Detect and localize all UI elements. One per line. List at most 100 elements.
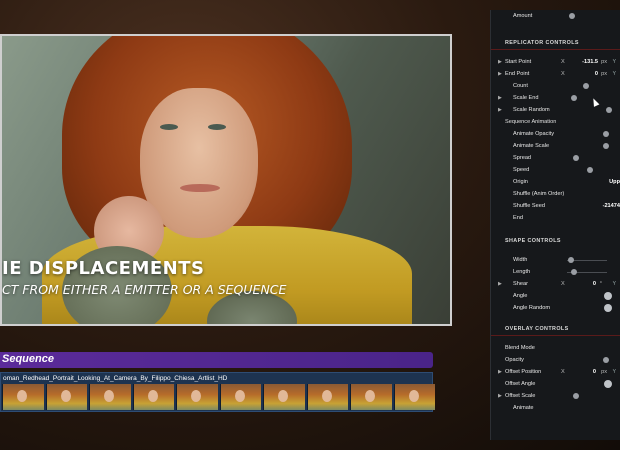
sequence-animation-header[interactable]: Sequence Animation [491,116,620,128]
scale-random-label: Scale Random [513,107,550,113]
end-row[interactable]: End [491,212,620,224]
replicator-controls-header[interactable]: REPLICATOR CONTROLS [491,36,620,50]
spread-slider-knob[interactable] [573,155,579,161]
start-point-x-value[interactable]: -131.5 [582,59,598,65]
animate-scale-knob[interactable] [603,143,609,149]
width-slider-knob[interactable] [568,257,574,263]
clip-thumbnail [350,384,392,410]
animate-scale-row[interactable]: Animate Scale [491,140,620,152]
expand-triangle-icon[interactable]: ▶ [498,71,502,77]
start-point-label: Start Point [505,59,532,65]
end-point-x-value[interactable]: 0 [595,71,598,77]
offset-angle-row[interactable]: Offset Angle [491,378,620,390]
end-point-row[interactable]: ▶ End Point X 0 px Y [491,68,620,80]
offset-scale-label: Offset Scale [505,393,536,399]
angle-dial-icon[interactable] [604,292,612,300]
expand-triangle-icon[interactable]: ▶ [498,369,502,375]
count-slider-knob[interactable] [583,83,589,89]
blend-mode-row[interactable]: Blend Mode [491,342,620,354]
count-row[interactable]: Count [491,80,620,92]
video-eye-left [160,124,178,130]
shear-label: Shear [513,281,528,287]
shuffle-seed-label: Shuffle Seed [513,203,545,209]
offset-position-row[interactable]: ▶ Offset Position X 0 px Y [491,366,620,378]
expand-triangle-icon[interactable]: ▶ [498,59,502,65]
angle-row[interactable]: Angle [491,290,620,302]
animate-row[interactable]: Animate [491,402,620,414]
offset-angle-label: Offset Angle [505,381,536,387]
clip-thumbnail [89,384,131,410]
origin-label: Origin [513,179,528,185]
offset-scale-slider-knob[interactable] [573,393,579,399]
shear-row[interactable]: ▶ Shear X 0 ° Y [491,278,620,290]
length-slider-knob[interactable] [571,269,577,275]
expand-triangle-icon[interactable]: ▶ [498,281,502,287]
overlay-subtitle-text: CT FROM EITHER A EMITTER OR A SEQUENCE [2,282,287,297]
length-row[interactable]: Length [491,266,620,278]
end-point-x-label: X [561,71,565,77]
speed-slider-knob[interactable] [587,167,593,173]
sequence-bar-label: Sequence [2,353,54,365]
angle-random-label: Angle Random [513,305,551,311]
speed-row[interactable]: Speed [491,164,620,176]
amount-row[interactable]: Amount [491,10,620,22]
clip-thumbnail [263,384,305,410]
start-point-row[interactable]: ▶ Start Point X -131.5 px Y [491,56,620,68]
offset-angle-dial-icon[interactable] [604,380,612,388]
shape-controls-header[interactable]: SHAPE CONTROLS [491,234,620,248]
start-point-x-label: X [561,59,565,65]
scale-random-row[interactable]: ▶ Scale Random [491,104,620,116]
expand-triangle-icon[interactable]: ▶ [498,107,502,113]
start-point-unit: px [601,59,607,65]
effect-controls-panel: Amount REPLICATOR CONTROLS ▶ Start Point… [490,10,620,440]
overlay-controls-header[interactable]: OVERLAY CONTROLS [491,322,620,336]
opacity-row[interactable]: Opacity [491,354,620,366]
offset-scale-row[interactable]: ▶ Offset Scale [491,390,620,402]
animate-opacity-row[interactable]: Animate Opacity [491,128,620,140]
spread-label: Spread [513,155,532,161]
offset-position-x-value[interactable]: 0 [593,369,596,375]
animate-label: Animate [513,405,534,411]
shuffle-seed-value[interactable]: -21474 [603,203,620,209]
origin-row[interactable]: Origin Upp [491,176,620,188]
clip-thumbnail [219,384,261,410]
angle-random-dial-icon[interactable] [604,304,612,312]
sequence-animation-title: Sequence Animation [505,119,557,125]
sequence-clip-strip[interactable]: oman_Redhead_Portrait_Looking_At_Camera_… [0,372,435,412]
offset-position-unit: px [601,369,607,375]
count-label: Count [513,83,528,89]
opacity-slider-knob[interactable] [603,357,609,363]
shape-controls-title: SHAPE CONTROLS [505,238,561,244]
start-point-y-label: Y [612,59,616,65]
end-point-label: End Point [505,71,530,77]
opacity-label: Opacity [505,357,524,363]
blend-mode-label: Blend Mode [505,345,535,351]
expand-triangle-icon[interactable]: ▶ [498,393,502,399]
animate-scale-label: Animate Scale [513,143,550,149]
spread-row[interactable]: Spread [491,152,620,164]
shuffle-seed-row[interactable]: Shuffle Seed -21474 [491,200,620,212]
origin-dropdown-value[interactable]: Upp [609,179,620,185]
shear-x-value[interactable]: 0 [593,281,596,287]
end-label: End [513,215,523,221]
clip-thumbnail [45,384,87,410]
animate-opacity-label: Animate Opacity [513,131,555,137]
width-row[interactable]: Width [491,254,620,266]
scale-end-row[interactable]: ▶ Scale End [491,92,620,104]
animate-opacity-knob[interactable] [603,131,609,137]
clip-thumbnails [1,384,435,410]
angle-random-row[interactable]: Angle Random [491,302,620,314]
end-point-y-label: Y [612,71,616,77]
scale-random-slider-knob[interactable] [606,107,612,113]
expand-triangle-icon[interactable]: ▶ [498,95,502,101]
video-lips [180,184,220,192]
end-point-unit: px [601,71,607,77]
overlay-title-text: IE DISPLACEMENTS [2,258,205,279]
scale-end-slider-knob[interactable] [571,95,577,101]
sequence-bar[interactable]: Sequence [0,352,433,368]
shear-unit: ° [599,281,602,287]
shuffle-row[interactable]: Shuffle (Anim Order) [491,188,620,200]
amount-slider-knob[interactable] [569,13,575,19]
video-preview[interactable]: IE DISPLACEMENTS CT FROM EITHER A EMITTE… [0,34,452,326]
shear-y-label: Y [612,281,616,287]
